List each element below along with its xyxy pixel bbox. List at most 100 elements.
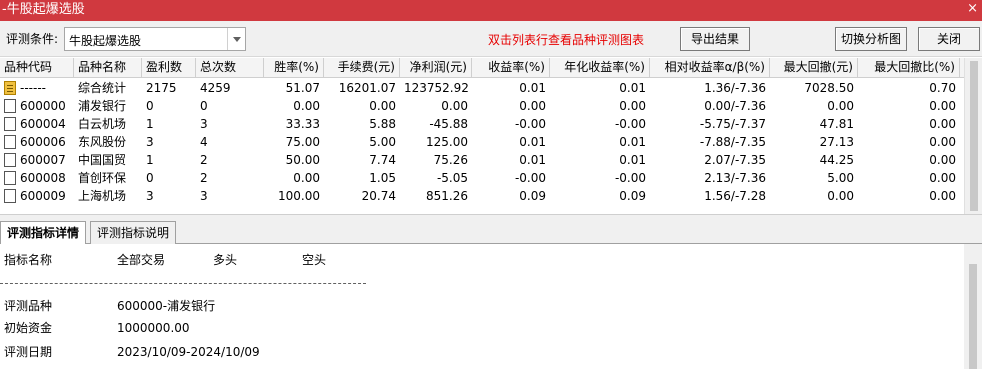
cell-fee: 0.00	[369, 99, 396, 113]
cell-return: -0.00	[514, 171, 546, 185]
table-row[interactable]: 600006 东风股份 3 4 75.00 5.00 125.00 0.01 0.01 -7.88…	[0, 133, 964, 151]
switch-chart-button[interactable]: 切换分析图	[835, 27, 907, 51]
cell-wins: 1	[146, 153, 154, 167]
table-row[interactable]: 600000 浦发银行 0 0 0.00 0.00 0.00 0.00 0.00 0.00/-7.…	[0, 97, 964, 115]
tab-metrics-detail[interactable]: 评测指标详情	[0, 221, 87, 246]
condition-select[interactable]: 牛股起爆选股	[64, 27, 246, 51]
title-bar: -牛股起爆选股 ×	[0, 0, 982, 21]
cell-annual-return: 0.01	[619, 81, 646, 95]
cell-name: 首创环保	[78, 171, 127, 185]
tab-metrics-explanation[interactable]: 评测指标说明	[90, 221, 177, 245]
cell-fee: 1.05	[369, 171, 396, 185]
detail-label-initial-capital: 初始资金	[4, 321, 53, 335]
table-row[interactable]: ------ 综合统计 2175 4259 51.07 16201.07 123752.92…	[0, 79, 964, 97]
cell-total: 2	[200, 153, 208, 167]
col-header-relative-return[interactable]: 相对收益率α/β(%)	[650, 58, 770, 78]
window-close-icon[interactable]: ×	[967, 1, 978, 17]
cell-relative-return: 2.07/-7.35	[704, 153, 766, 167]
col-header-max-drawdown[interactable]: 最大回撤(元)	[770, 58, 858, 78]
cell-max-drawdown-ratio: 0.00	[929, 153, 956, 167]
cell-code: 600009	[20, 189, 66, 203]
cell-code: 600000	[20, 99, 66, 113]
cell-winrate: 0.00	[293, 99, 320, 113]
cell-profit: -45.88	[429, 117, 468, 131]
table-row[interactable]: 600009 上海机场 3 3 100.00 20.74 851.26 0.09 0.09 1.5…	[0, 187, 964, 205]
col-header-name[interactable]: 品种名称	[74, 58, 142, 78]
cell-max-drawdown: 0.00	[827, 99, 854, 113]
cell-relative-return: 2.13/-7.36	[704, 171, 766, 185]
cell-winrate: 33.33	[285, 117, 320, 131]
cell-fee: 5.88	[369, 117, 396, 131]
cell-total: 2	[200, 171, 208, 185]
results-table: 品种代码 品种名称 盈利数 总次数 胜率(%) 手续费(元) 净利润(元) 收益…	[0, 58, 964, 214]
detail-label-date-range: 评测日期	[4, 345, 53, 359]
cell-return: 0.01	[519, 135, 546, 149]
cell-wins: 2175	[146, 81, 177, 95]
cell-name: 东风股份	[78, 135, 127, 149]
detail-label-instrument: 评测品种	[4, 299, 53, 313]
window-title: -牛股起爆选股	[2, 2, 85, 17]
cell-name: 综合统计	[78, 81, 127, 95]
table-row[interactable]: 600004 白云机场 1 3 33.33 5.88 -45.88 -0.00 -0.00 -5.…	[0, 115, 964, 133]
table-scrollbar-thumb[interactable]	[970, 61, 978, 211]
cell-fee: 5.00	[369, 135, 396, 149]
cell-wins: 3	[146, 135, 154, 149]
table-row[interactable]: 600007 中国国贸 1 2 50.00 7.74 75.26 0.01 0.01 2.07/-…	[0, 151, 964, 169]
cell-wins: 0	[146, 171, 154, 185]
export-results-button[interactable]: 导出结果	[680, 27, 750, 51]
cell-winrate: 50.00	[285, 153, 320, 167]
detail-scrollbar[interactable]	[964, 244, 982, 369]
cell-total: 0	[200, 99, 208, 113]
cell-code: 600004	[20, 117, 66, 131]
close-button[interactable]: 关闭	[918, 27, 980, 51]
col-header-winrate[interactable]: 胜率(%)	[264, 58, 324, 78]
cell-fee: 16201.07	[338, 81, 396, 95]
cell-annual-return: -0.00	[614, 117, 646, 131]
detail-separator	[0, 283, 366, 284]
cell-name: 白云机场	[78, 117, 127, 131]
col-header-annual-return[interactable]: 年化收益率(%)	[550, 58, 650, 78]
cell-annual-return: 0.09	[619, 189, 646, 203]
detail-tabs: 评测指标详情 评测指标说明	[0, 214, 982, 246]
col-header-code[interactable]: 品种代码	[0, 58, 74, 78]
cell-code: 600008	[20, 171, 66, 185]
col-header-return[interactable]: 收益率(%)	[472, 58, 550, 78]
detail-header-metric: 指标名称	[4, 253, 53, 267]
cell-name: 浦发银行	[78, 99, 127, 113]
cell-total: 3	[200, 189, 208, 203]
col-header-max-drawdown-ratio[interactable]: 最大回撤比(%)	[858, 58, 960, 78]
cell-name: 上海机场	[78, 189, 127, 203]
col-header-wins[interactable]: 盈利数	[142, 58, 196, 78]
summary-folder-icon	[4, 81, 16, 95]
document-icon	[4, 99, 16, 113]
double-click-hint: 双击列表行查看品种评测图表	[488, 33, 645, 47]
cell-annual-return: 0.00	[619, 99, 646, 113]
cell-relative-return: -7.88/-7.35	[699, 135, 766, 149]
cell-max-drawdown: 44.25	[819, 153, 854, 167]
cell-annual-return: 0.01	[619, 153, 646, 167]
document-icon	[4, 171, 16, 185]
condition-select-value: 牛股起爆选股	[69, 34, 142, 48]
cell-return: 0.01	[519, 153, 546, 167]
table-scrollbar[interactable]	[964, 58, 982, 214]
table-row[interactable]: 600008 首创环保 0 2 0.00 1.05 -5.05 -0.00 -0.00 2.13/…	[0, 169, 964, 187]
col-header-fee[interactable]: 手续费(元)	[324, 58, 400, 78]
cell-return: -0.00	[514, 117, 546, 131]
cell-relative-return: 0.00/-7.36	[704, 99, 766, 113]
detail-scrollbar-thumb[interactable]	[969, 264, 977, 369]
col-header-total[interactable]: 总次数	[196, 58, 264, 78]
document-icon	[4, 189, 16, 203]
cell-max-drawdown: 27.13	[819, 135, 854, 149]
cell-profit: 0.00	[441, 99, 468, 113]
cell-max-drawdown-ratio: 0.00	[929, 117, 956, 131]
cell-max-drawdown: 0.00	[827, 189, 854, 203]
condition-label: 评测条件:	[6, 32, 59, 46]
cell-max-drawdown-ratio: 0.00	[929, 189, 956, 203]
chevron-down-icon[interactable]	[227, 28, 245, 50]
cell-wins: 1	[146, 117, 154, 131]
cell-annual-return: -0.00	[614, 171, 646, 185]
col-header-profit[interactable]: 净利润(元)	[400, 58, 472, 78]
cell-winrate: 100.00	[278, 189, 320, 203]
cell-total: 4259	[200, 81, 231, 95]
cell-return: 0.00	[519, 99, 546, 113]
